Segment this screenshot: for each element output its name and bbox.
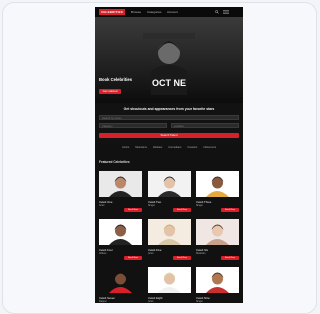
celebrity-photo[interactable] (148, 171, 191, 197)
celebrity-photo[interactable] (148, 267, 191, 293)
celebrity-photo[interactable] (196, 267, 239, 293)
top-nav: CELEBRITIES Browse Categories Account (95, 7, 243, 17)
celebrity-card[interactable]: Celeb Six Musician Book Now (196, 219, 239, 265)
book-button[interactable]: Book Now (173, 208, 191, 212)
celebrity-card[interactable]: Celeb Five Actor Book Now (148, 219, 191, 265)
celebrity-category: Singer (196, 204, 203, 207)
celebrity-photo[interactable] (99, 219, 142, 245)
celebrity-category: Singer (196, 300, 203, 303)
celebrity-photo[interactable] (99, 171, 142, 197)
site-logo[interactable]: CELEBRITIES (99, 9, 125, 15)
celebrity-category: Actor (148, 252, 154, 255)
celebrity-card[interactable]: Celeb NineSingerBook Now (196, 267, 239, 303)
location-select[interactable]: Location (171, 123, 239, 128)
celebrity-photo[interactable] (196, 171, 239, 197)
hero-celebrity-image: OCT NE (143, 33, 195, 95)
celebrity-card[interactable]: Celeb Two Singer Book Now (148, 171, 191, 217)
featured-heading: Featured Celebrities (99, 160, 130, 164)
celebrity-category: Musician (196, 252, 206, 255)
category-links: Actors Musicians Athletes Comedians Creators… (95, 146, 243, 152)
category-link[interactable]: Influencers (203, 146, 216, 149)
search-heading: Get shoutouts and appearances from your … (123, 107, 215, 111)
category-link[interactable]: Creators (187, 146, 197, 149)
hero-shirt-text: OCT NE (152, 78, 186, 88)
hero-cta-button[interactable]: Get started (99, 89, 121, 94)
celebrity-card[interactable]: Celeb Three Singer Book Now (196, 171, 239, 217)
category-link[interactable]: Athletes (153, 146, 162, 149)
menu-icon[interactable] (223, 10, 229, 14)
celebrity-category: Singer (148, 204, 155, 207)
celebrity-card[interactable]: Celeb EightActorBook Now (148, 267, 191, 303)
category-link[interactable]: Comedians (168, 146, 181, 149)
book-button[interactable]: Book Now (124, 208, 142, 212)
celebrity-category: Actor (99, 204, 105, 207)
celebrity-photo[interactable] (99, 267, 142, 293)
book-button[interactable]: Book Now (221, 208, 239, 212)
category-select[interactable]: Category (99, 123, 167, 128)
celebrity-category: Rapper (99, 300, 107, 303)
name-search-input[interactable]: Search by name... (99, 115, 239, 120)
search-panel: Get shoutouts and appearances from your … (95, 103, 243, 145)
book-button[interactable]: Book Now (173, 256, 191, 260)
celebrity-category: Athlete (99, 252, 107, 255)
search-icon[interactable] (215, 10, 219, 14)
hero-banner: OCT NE Book Celebrities Get started (95, 17, 243, 103)
preview-frame: CELEBRITIES Browse Categories Account OC… (2, 2, 317, 314)
search-button[interactable]: Search Talent (99, 133, 239, 138)
celebrity-category: Actor (148, 300, 154, 303)
celebrity-card[interactable]: Celeb SevenRapperBook Now (99, 267, 142, 303)
category-link[interactable]: Musicians (135, 146, 147, 149)
celebrity-photo[interactable] (148, 219, 191, 245)
book-button[interactable]: Book Now (124, 256, 142, 260)
nav-link-categories[interactable]: Categories (147, 10, 162, 14)
nav-link-account[interactable]: Account (167, 10, 178, 14)
celebrity-card[interactable]: Celeb One Actor Book Now (99, 171, 142, 217)
category-link[interactable]: Actors (122, 146, 129, 149)
celebrity-card[interactable]: Celeb Four Athlete Book Now (99, 219, 142, 265)
website-preview: CELEBRITIES Browse Categories Account OC… (95, 7, 243, 303)
celebrity-photo[interactable] (196, 219, 239, 245)
book-button[interactable]: Book Now (221, 256, 239, 260)
hero-title: Book Celebrities (99, 77, 133, 82)
nav-link-browse[interactable]: Browse (131, 10, 141, 14)
